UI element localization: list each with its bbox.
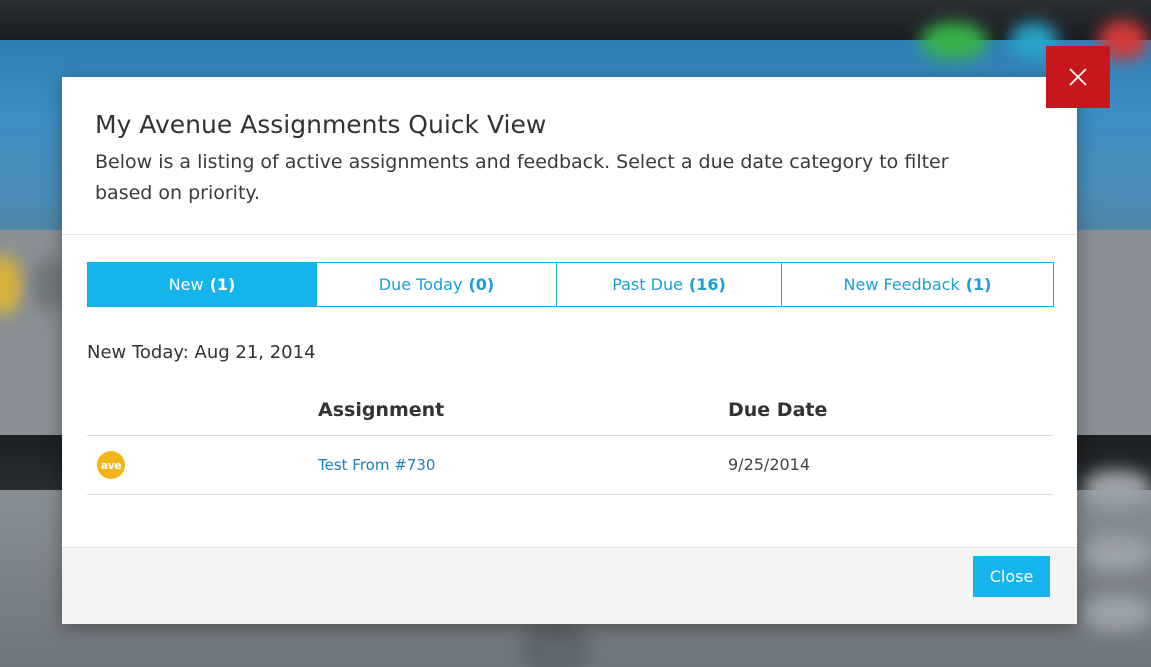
tab-past-due[interactable]: Past Due (16) [557,263,782,306]
close-button[interactable]: Close [973,556,1050,597]
modal-footer: Close [62,547,1077,624]
modal-title: My Avenue Assignments Quick View [95,110,547,139]
background-gray-shape [32,258,66,312]
tab-new[interactable]: New (1) [88,263,317,306]
assignments-table: Assignment Due Date ave Test From #730 9… [87,387,1053,495]
tab-new-feedback[interactable]: New Feedback (1) [782,263,1053,306]
modal-header: My Avenue Assignments Quick View Below i… [62,77,1077,235]
tab-count: (1) [209,275,236,294]
tab-label: Due Today [378,275,463,294]
background-shape [1082,535,1151,571]
tab-label: Past Due [612,275,683,294]
modal-description: Below is a listing of active assignments… [95,151,949,204]
background-shape [1082,470,1151,506]
tab-label: New Feedback [843,275,960,294]
logo-text: ave [100,458,122,472]
column-header-assignment: Assignment [318,399,445,421]
table-row: ave Test From #730 9/25/2014 [87,436,1053,495]
assignment-link[interactable]: Test From #730 [318,456,435,474]
background-shape [1082,595,1151,631]
background-green-button [920,22,988,60]
tab-due-today[interactable]: Due Today (0) [317,263,557,306]
tab-count: (0) [468,275,495,294]
date-heading: New Today: Aug 21, 2014 [87,342,316,363]
table-header: Assignment Due Date [87,387,1053,436]
ave-logo-icon: ave [97,451,125,479]
tab-count: (16) [688,275,726,294]
modal-close-button[interactable] [1046,46,1110,108]
tab-count: (1) [965,275,992,294]
column-header-due-date: Due Date [728,399,828,421]
due-date-tabs: New (1) Due Today (0) Past Due (16) New … [87,262,1054,307]
tab-label: New [168,275,204,294]
due-date-value: 9/25/2014 [728,455,811,474]
assignments-quick-view-modal: My Avenue Assignments Quick View Below i… [62,77,1077,624]
close-icon [1069,68,1087,86]
